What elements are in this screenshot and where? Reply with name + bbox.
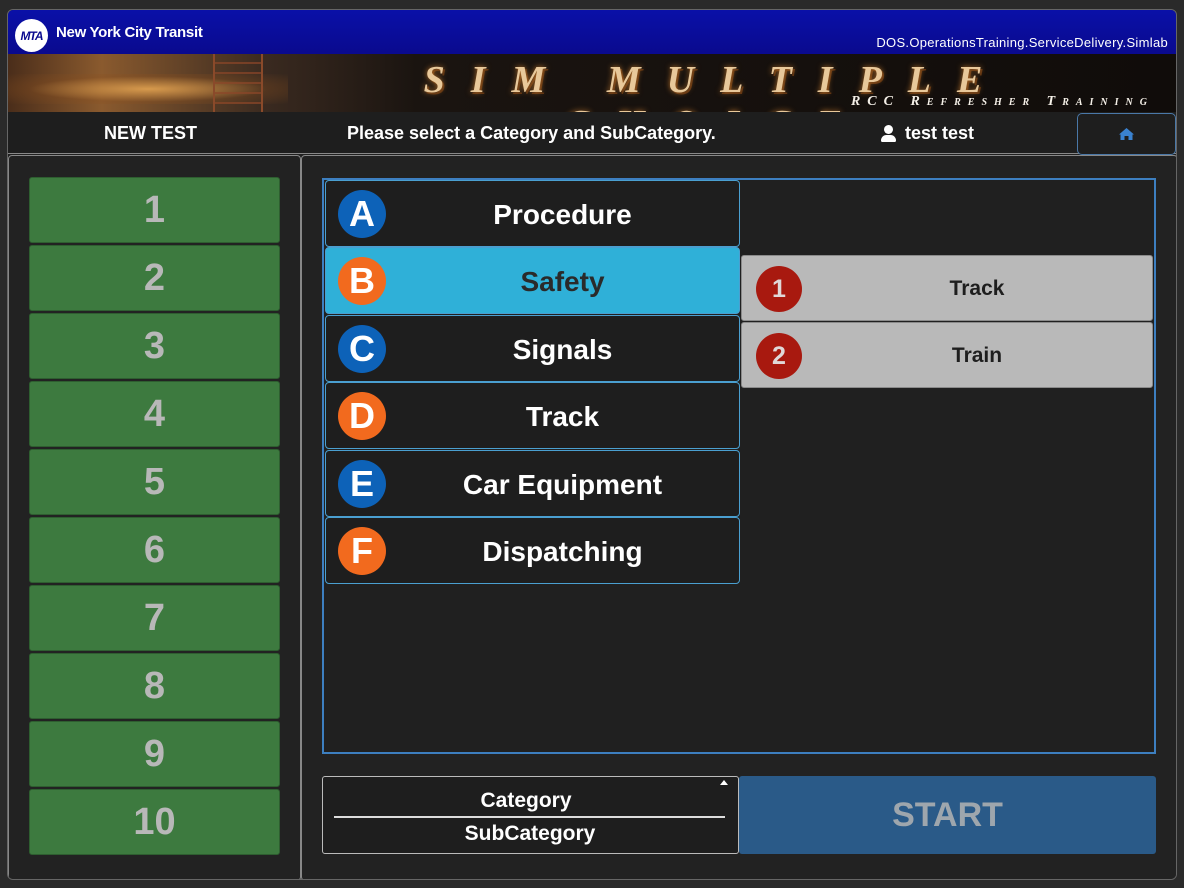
category-badge: D — [338, 392, 386, 440]
category-item-dispatching[interactable]: F Dispatching — [325, 517, 740, 584]
category-item-signals[interactable]: C Signals — [325, 315, 740, 382]
banner: SIM MULTIPLE CHOICE RCC Refresher Traini… — [8, 54, 1176, 112]
category-badge: E — [338, 460, 386, 508]
summary-divider — [334, 816, 725, 818]
test-number-button-1[interactable]: 1 — [29, 177, 280, 243]
test-number-button-5[interactable]: 5 — [29, 449, 280, 515]
category-item-procedure[interactable]: A Procedure — [325, 180, 740, 247]
category-item-track[interactable]: D Track — [325, 382, 740, 449]
summary-category: Category — [480, 789, 572, 812]
selection-summary: Category SubCategory — [322, 776, 739, 854]
home-icon — [1119, 128, 1134, 140]
selection-panel: A Procedure B Safety C Signals D Track E… — [301, 155, 1176, 879]
instruction-text: Please select a Category and SubCategory… — [347, 123, 716, 143]
subcategory-item-train[interactable]: 2 Train — [741, 322, 1153, 388]
subcategory-label: Track — [949, 277, 1005, 300]
category-label: Car Equipment — [462, 468, 663, 500]
category-label: Dispatching — [482, 535, 643, 567]
app-window: MTA New York City Transit DOS.Operations… — [7, 9, 1177, 880]
category-badge: F — [338, 527, 386, 575]
subcategory-item-track[interactable]: 1 Track — [741, 255, 1153, 321]
banner-subtitle: RCC Refresher Training — [850, 94, 1154, 109]
test-number-button-2[interactable]: 2 — [29, 245, 280, 311]
banner-tower-graphic — [213, 54, 263, 112]
subcategory-badge: 2 — [756, 333, 802, 379]
category-label: Safety — [520, 265, 605, 297]
category-selection-box: A Procedure B Safety C Signals D Track E… — [322, 178, 1156, 754]
category-label: Signals — [512, 333, 613, 365]
category-item-car-equipment[interactable]: E Car Equipment — [325, 450, 740, 517]
category-badge: B — [338, 257, 386, 305]
start-button[interactable]: START — [739, 776, 1156, 854]
test-number-button-8[interactable]: 8 — [29, 653, 280, 719]
org-name: New York City Transit — [56, 24, 203, 41]
mta-logo: MTA — [15, 19, 48, 52]
category-label: Procedure — [493, 198, 632, 230]
test-number-button-4[interactable]: 4 — [29, 381, 280, 447]
top-header: MTA New York City Transit DOS.Operations… — [8, 10, 1176, 54]
new-test-label[interactable]: NEW TEST — [104, 123, 197, 144]
category-badge: A — [338, 190, 386, 238]
home-button[interactable] — [1077, 113, 1176, 155]
test-number-button-7[interactable]: 7 — [29, 585, 280, 651]
test-number-button-6[interactable]: 6 — [29, 517, 280, 583]
caret-up-icon[interactable] — [720, 780, 728, 785]
user-name: test test — [905, 123, 975, 143]
test-number-button-3[interactable]: 3 — [29, 313, 280, 379]
test-number-panel: 1 2 3 4 5 6 7 8 9 10 — [8, 155, 301, 879]
test-number-button-10[interactable]: 10 — [29, 789, 280, 855]
summary-subcategory: SubCategory — [464, 822, 596, 845]
subcategory-label: Train — [951, 344, 1003, 367]
category-badge: C — [338, 325, 386, 373]
subcategory-badge: 1 — [756, 266, 802, 312]
user-icon — [881, 125, 896, 142]
user-info: test test — [881, 123, 974, 144]
category-item-safety[interactable]: B Safety — [325, 247, 740, 314]
nav-bar: NEW TEST Please select a Category and Su… — [8, 112, 1176, 155]
category-label: Track — [525, 400, 600, 432]
test-number-button-9[interactable]: 9 — [29, 721, 280, 787]
system-path: DOS.OperationsTraining.ServiceDelivery.S… — [876, 35, 1168, 50]
